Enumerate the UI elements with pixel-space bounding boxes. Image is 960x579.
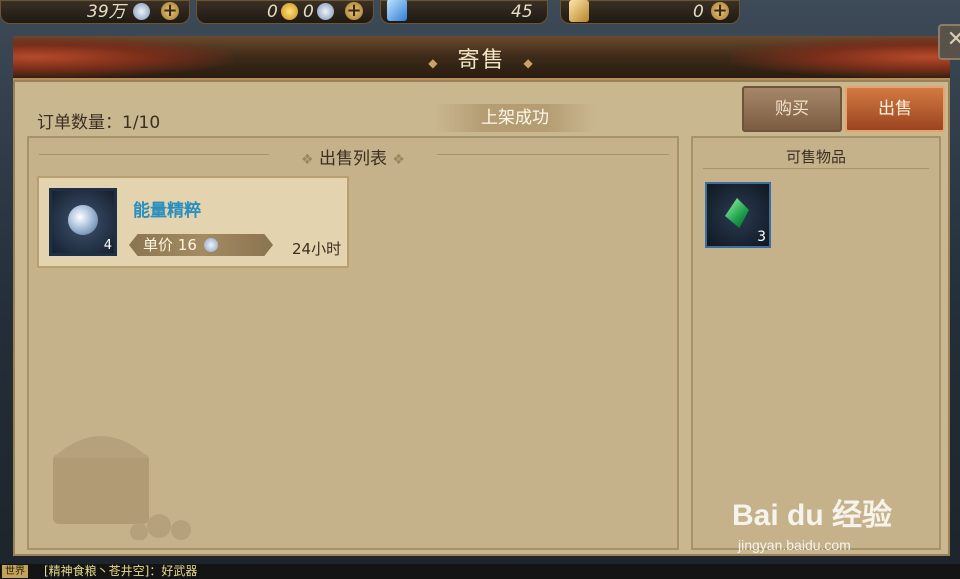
watermark-brand: Bai du 经验 [732,499,893,532]
available-items-panel: 可售物品 3 [691,136,941,550]
sell-list-panel: ❖ 出售列表 ❖ 4 能量精粹 单价 16 24小时 [27,136,679,550]
price-label: 单价 [143,236,174,254]
available-item-slot[interactable]: 3 [705,182,771,248]
gold-amount-a: 0 [267,2,278,22]
chat-bar[interactable]: 世界 [精神食粮丶苍井空]：好武器 [0,564,960,579]
title-diamond-icon: ◆ [523,56,535,70]
silver-coin-icon [203,238,218,252]
silver-amount: 39万 [87,2,126,22]
window-titlebar: ◆ 寄售 ◆ [13,36,950,80]
listing-duration: 24小时 [292,240,342,258]
ornament-icon: ❖ [301,152,314,168]
list-item[interactable]: 4 能量精粹 单价 16 24小时 [37,176,349,268]
treasure-chest-icon [53,436,191,540]
tab-buy[interactable]: 购买 [742,86,842,132]
status-toast: 上架成功 [435,104,595,132]
silver-coin-icon [133,3,150,20]
title-diamond-icon: ◆ [428,56,440,70]
energy-essence-icon [68,205,98,235]
gold-currency: 0 0 + [196,0,374,24]
ticket-amount: 0 [693,2,704,22]
add-ticket-button[interactable]: + [711,2,729,20]
available-item-count: 3 [757,229,766,245]
crystal-currency: 45 [380,0,548,24]
item-count: 4 [103,238,112,253]
gold-amount-b: 0 [303,2,314,22]
gold-coin-icon [281,3,298,20]
tab-sell[interactable]: 出售 [845,86,945,132]
available-items-header: 可售物品 [785,148,846,166]
silver-currency: 39万 + [0,0,190,24]
price-value: 16 [177,236,197,254]
price-tag: 单价 16 [129,234,273,256]
chat-channel-tag: 世界 [2,565,28,578]
chat-message: [精神食粮丶苍井空]：好武器 [44,564,198,578]
ornament-icon: ❖ [392,152,405,168]
consignment-window: ◆ 寄售 ◆ ✕ 订单数量：1/10 上架成功 购买 出售 ❖ 出售列表 ❖ 4 [13,24,960,556]
currency-bar: 39万 + 0 0 + 45 0 + [0,0,960,24]
add-gold-button[interactable]: + [345,2,363,20]
watermark-url: jingyan.baidu.com [738,537,851,553]
order-count: 订单数量：1/10 [37,113,161,133]
ticket-currency: 0 + [560,0,740,24]
add-silver-button[interactable]: + [161,2,179,20]
item-name: 能量精粹 [133,201,201,221]
item-slot: 4 [49,188,117,256]
window-title-row: ◆ 寄售 ◆ [13,42,950,74]
window-title: 寄售 [457,48,506,73]
main-panel: 订单数量：1/10 上架成功 购买 出售 ❖ 出售列表 ❖ 4 能量精粹 单价 [13,80,950,556]
sell-list-header-row: ❖ 出售列表 ❖ [29,144,677,169]
bound-coin-icon [317,3,334,20]
sell-list-header: 出售列表 [319,149,387,169]
close-button[interactable]: ✕ [938,24,960,60]
green-crystal-icon [725,198,749,228]
ticket-icon [569,0,589,22]
available-divider [703,168,929,169]
blue-crystal-icon [387,0,407,21]
crystal-amount: 45 [511,2,533,22]
